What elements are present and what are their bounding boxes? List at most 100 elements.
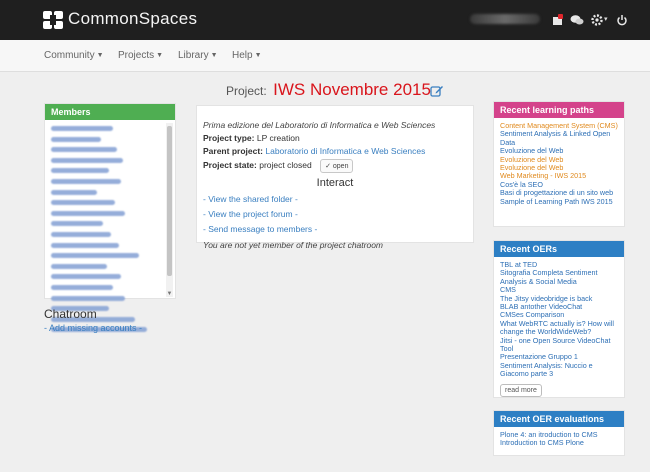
project-type-row: Project type: LP creation [203, 133, 467, 143]
oer-evaluation-link[interactable]: Introduction to CMS Plone [500, 438, 618, 447]
oer-evaluations-title: Recent OER evaluations [494, 411, 624, 427]
members-panel-title: Members [45, 104, 175, 120]
member-row[interactable] [51, 253, 166, 262]
recent-oer-evaluations-panel: Recent OER evaluations Plone 4: an itrod… [493, 410, 625, 456]
member-name-blurred [51, 231, 111, 237]
learning-paths-list: Content Management System (CMS) Sentiment… [494, 118, 624, 206]
member-row[interactable] [51, 210, 166, 220]
member-row[interactable] [51, 274, 166, 283]
power-icon[interactable] [616, 13, 628, 27]
parent-project-link[interactable]: Laboratorio di Informatica e Web Science… [265, 146, 425, 156]
member-row[interactable] [51, 221, 166, 230]
main-menu: Community ▼ Projects ▼ Library ▼ Help ▼ [0, 40, 650, 72]
member-name-blurred [51, 284, 113, 290]
oer-link[interactable]: What WebRTC actually is? How will change… [500, 319, 618, 337]
members-list[interactable] [51, 124, 166, 336]
member-name-blurred [51, 189, 97, 195]
project-type-label: Project type: [203, 133, 255, 143]
caret-down-icon: ▼ [156, 52, 164, 59]
member-name-blurred [51, 210, 125, 216]
member-row[interactable] [51, 178, 166, 188]
recent-oers-panel: Recent OERs TBL at TED Sitografia Complet… [493, 240, 625, 398]
caret-down-icon: ▼ [210, 52, 218, 59]
menu-help[interactable]: Help ▼ [232, 50, 262, 61]
gear-icon[interactable] [590, 13, 604, 27]
scrollbar-thumb[interactable] [167, 126, 172, 276]
member-row[interactable] [51, 189, 166, 199]
read-more-button[interactable]: read more [500, 383, 542, 397]
member-row[interactable] [51, 200, 166, 209]
project-name: IWS Novembre 2015 [273, 80, 431, 99]
oer-link[interactable]: Jitsi - one Open Source VideoChat Tool [500, 336, 618, 354]
edit-icon[interactable] [430, 84, 444, 98]
member-name-blurred [51, 295, 125, 301]
member-row[interactable] [51, 231, 166, 241]
project-description: Prima edizione del Laboratorio di Inform… [203, 120, 436, 130]
member-name-blurred [51, 242, 119, 248]
chevron-down-icon[interactable]: ▾ [604, 13, 608, 27]
member-name-blurred [51, 200, 115, 206]
member-row[interactable] [51, 295, 166, 305]
members-panel: Members ▼ [44, 103, 176, 333]
oer-link[interactable]: Sitografia Completa Sentiment Analysis &… [500, 269, 618, 286]
learning-path-link[interactable]: Sample of Learning Path IWS 2015 [500, 197, 618, 206]
member-name-blurred [51, 178, 121, 184]
learning-path-link[interactable]: Sentiment Analysis & Linked Open Data [500, 130, 618, 147]
project-state-row: Project state: project closed ✓ open [203, 159, 467, 173]
member-row[interactable] [51, 168, 166, 177]
chatroom-heading: Chatroom [44, 307, 97, 321]
check-icon: ✓ [325, 163, 331, 170]
view-shared-folder-link[interactable]: - View the shared folder - [203, 194, 467, 204]
oers-list: TBL at TED Sitografia Completa Sentiment … [494, 257, 624, 379]
oer-link[interactable]: Sentiment Analysis: Nuccio e Giacomo par… [500, 361, 618, 379]
member-name-blurred [51, 126, 113, 131]
chatroom-membership-note: You are not yet member of the project ch… [203, 240, 384, 250]
menu-library[interactable]: Library ▼ [178, 50, 218, 61]
menu-community[interactable]: Community ▼ [44, 50, 104, 61]
member-name-blurred [51, 221, 103, 227]
oer-evaluations-list: Plone 4: an itroduction to CMS Introducti… [494, 427, 624, 448]
interact-heading: Interact [316, 177, 354, 189]
learning-paths-title: Recent learning paths [494, 102, 624, 118]
menu-label: Library [178, 50, 209, 61]
brand-name[interactable]: CommonSpaces [68, 9, 197, 29]
caret-down-icon: ▼ [96, 52, 104, 59]
member-row[interactable] [51, 147, 166, 156]
member-row[interactable] [51, 242, 166, 252]
member-name-blurred [51, 157, 123, 163]
project-type-value: LP creation [256, 133, 300, 143]
commonspaces-logo-icon[interactable] [42, 9, 64, 31]
members-scrollbar[interactable]: ▼ [166, 123, 173, 297]
member-name-blurred [51, 147, 117, 153]
menu-label: Projects [118, 50, 155, 61]
chat-icon[interactable] [570, 13, 584, 27]
project-state-label: Project state: [203, 160, 257, 170]
recent-learning-paths-panel: Recent learning paths Content Management… [493, 101, 625, 227]
member-name-blurred [51, 168, 109, 174]
project-state-value: project closed [259, 160, 312, 170]
member-row[interactable] [51, 157, 166, 167]
chevron-down-icon[interactable]: ▼ [166, 291, 173, 297]
page-title-prefix: Project: [226, 84, 267, 98]
member-row[interactable] [51, 136, 166, 146]
menu-projects[interactable]: Projects ▼ [118, 50, 163, 61]
send-message-link[interactable]: - Send message to members - [203, 224, 467, 234]
member-row[interactable] [51, 284, 166, 294]
project-info-panel: Prima edizione del Laboratorio di Inform… [196, 105, 474, 250]
member-name-blurred [51, 253, 139, 259]
open-button-label: open [332, 163, 349, 170]
add-missing-accounts-link[interactable]: - Add missing accounts - [44, 323, 142, 333]
menu-label: Community [44, 50, 95, 61]
member-name-blurred [51, 136, 101, 142]
page-title: Project: IWS Novembre 2015 [226, 80, 431, 100]
user-name-blurred[interactable] [470, 14, 540, 24]
member-row[interactable] [51, 126, 166, 135]
menu-label: Help [232, 50, 253, 61]
member-row[interactable] [51, 263, 166, 273]
oers-title: Recent OERs [494, 241, 624, 257]
caret-down-icon: ▼ [254, 52, 262, 59]
view-project-forum-link[interactable]: - View the project forum - [203, 209, 467, 219]
member-name-blurred [51, 274, 121, 280]
open-project-button[interactable]: ✓ open [320, 159, 354, 173]
messages-icon[interactable] [552, 13, 564, 27]
